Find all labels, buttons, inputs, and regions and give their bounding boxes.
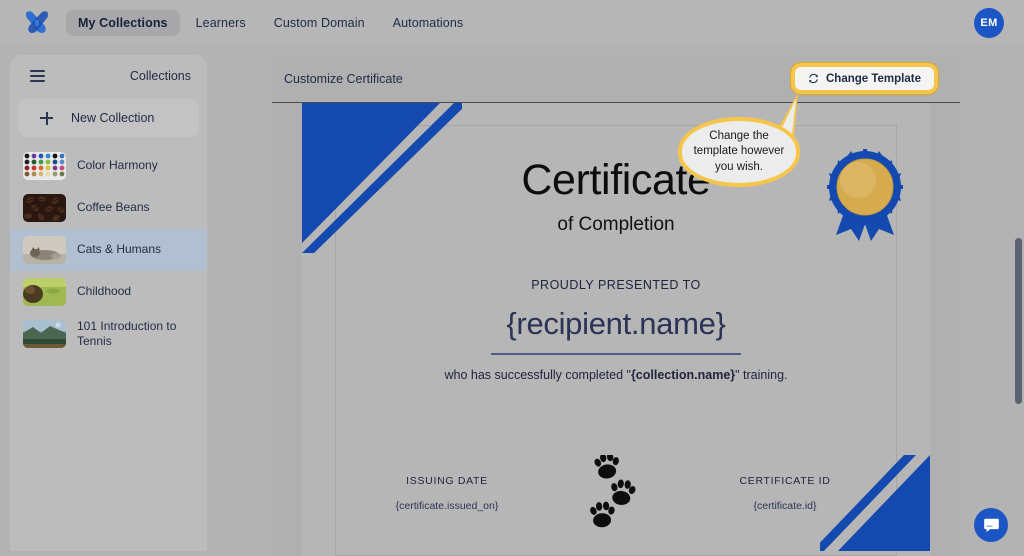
sidebar-item-101-introduction-to-tennis[interactable]: 101 Introduction to Tennis (10, 313, 207, 356)
change-template-highlight: Change Template (791, 63, 938, 94)
chat-bubble-icon[interactable] (974, 508, 1008, 542)
nav-links: My Collections Learners Custom Domain Au… (66, 10, 475, 36)
page-title: Customize Certificate (284, 72, 403, 86)
tooltip-callout: Change the template however you wish. (678, 93, 800, 187)
sidebar-item-childhood[interactable]: Childhood (10, 271, 207, 313)
issuing-date-block: ISSUING DATE {certificate.issued_on} (362, 475, 532, 512)
change-template-button[interactable]: Change Template (795, 67, 934, 90)
recipient-name: {recipient.name} (506, 306, 726, 341)
main-panel-header: Customize Certificate Change Template (272, 56, 960, 103)
change-template-label: Change Template (826, 72, 921, 85)
nav-link-my-collections[interactable]: My Collections (66, 10, 180, 36)
sidebar-item-cats-and-humans[interactable]: Cats & Humans (10, 229, 207, 271)
new-collection-button[interactable]: New Collection (18, 99, 199, 137)
nav-link-custom-domain[interactable]: Custom Domain (262, 10, 377, 36)
completion-sentence: who has successfully completed "{collect… (302, 368, 930, 382)
sidebar-item-label: Color Harmony (77, 158, 158, 173)
collection-list: Color Harmony Coffee Beans Cats & Humans… (10, 143, 207, 356)
brand-logo-icon[interactable] (22, 9, 52, 37)
certificate-id-block: CERTIFICATE ID {certificate.id} (700, 475, 870, 512)
field-thumbnail (23, 278, 66, 306)
nav-link-learners[interactable]: Learners (184, 10, 258, 36)
avatar[interactable]: EM (974, 8, 1004, 38)
presented-to-label: PROUDLY PRESENTED TO (531, 278, 701, 292)
hamburger-icon[interactable] (30, 70, 45, 82)
app-root: My Collections Learners Custom Domain Au… (0, 0, 1024, 556)
sidebar-item-label: Cats & Humans (77, 242, 162, 257)
sidebar-item-coffee-beans[interactable]: Coffee Beans (10, 187, 207, 229)
coffee-beans-thumbnail (23, 194, 66, 222)
recipient-underline (491, 353, 741, 355)
certificate-paper[interactable]: Certificate of Completion PROUDLY PRESEN… (302, 103, 930, 556)
certificate-id-label: CERTIFICATE ID (739, 475, 831, 487)
issuing-date-value: {certificate.issued_on} (395, 500, 499, 512)
completion-prefix: who has successfully completed " (444, 367, 631, 382)
sidebar-item-color-harmony[interactable]: Color Harmony (10, 145, 207, 187)
plus-icon (40, 111, 53, 125)
issuing-date-label: ISSUING DATE (406, 475, 488, 487)
top-navigation-bar: My Collections Learners Custom Domain Au… (0, 0, 1024, 46)
sidebar-item-label: Childhood (77, 284, 132, 299)
certificate-subtitle: of Completion (557, 214, 675, 235)
page-scrollbar-thumb[interactable] (1015, 238, 1022, 404)
nav-link-automations[interactable]: Automations (381, 10, 476, 36)
certificate-id-value: {certificate.id} (753, 500, 817, 512)
callout-bubble: Change the template however you wish. (678, 117, 800, 187)
color-dots-thumbnail (23, 152, 66, 180)
sidebar-title: Collections (129, 69, 191, 83)
certificate-text-body: Certificate of Completion PROUDLY PRESEN… (302, 103, 930, 382)
completion-collection: {collection.name} (630, 367, 736, 382)
sidebar-header: Collections (10, 55, 207, 97)
sidebar: Collections New Collection Color Harmony… (10, 55, 207, 551)
main-panel: Customize Certificate Change Template Ce… (272, 56, 960, 556)
refresh-icon (808, 73, 819, 84)
callout-text: Change the template however you wish. (693, 130, 785, 173)
cat-thumbnail (23, 236, 66, 264)
certificate-canvas: Certificate of Completion PROUDLY PRESEN… (272, 103, 960, 556)
completion-suffix: " training. (735, 367, 788, 382)
certificate-footer: ISSUING DATE {certificate.issued_on} CER… (362, 475, 870, 512)
new-collection-label: New Collection (71, 111, 155, 125)
certificate-title: Certificate (521, 156, 711, 204)
sidebar-item-label: 101 Introduction to Tennis (77, 319, 177, 349)
page-scrollbar[interactable] (1010, 46, 1024, 556)
landscape-thumbnail (23, 320, 66, 349)
sidebar-item-label: Coffee Beans (77, 200, 150, 215)
